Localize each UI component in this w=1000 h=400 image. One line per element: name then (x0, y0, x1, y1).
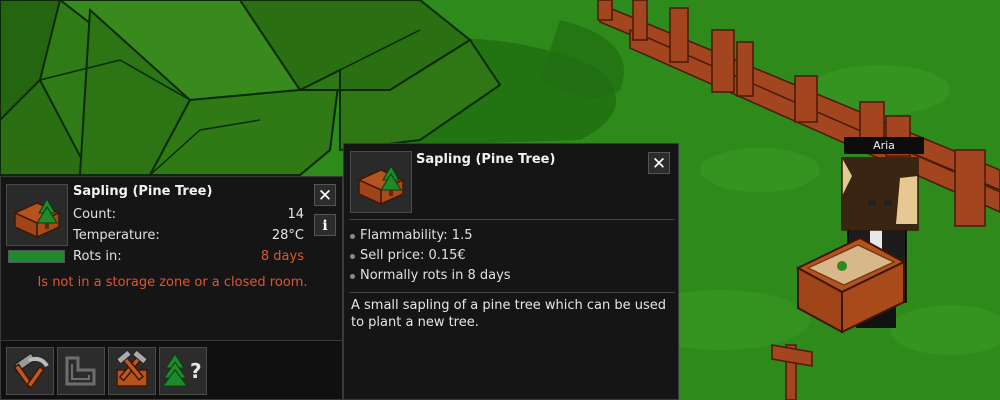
rot-progress-fill (9, 251, 64, 262)
item-title: Sapling (Pine Tree) (73, 184, 213, 199)
rot-progress-bar (8, 250, 65, 263)
count-label: Count: (73, 207, 116, 222)
bullet-icon (350, 234, 355, 239)
close-button[interactable]: ✕ (314, 184, 336, 206)
crossed-tools-crate-icon (116, 349, 148, 387)
item-info-panel: Sapling (Pine Tree) Count: 14 Temperatur… (0, 176, 343, 342)
craft-action-button[interactable] (108, 347, 156, 395)
svg-text:?: ? (190, 359, 202, 383)
temperature-label: Temperature: (73, 228, 160, 243)
rot-label: Rots in: (73, 249, 122, 264)
tooltip-thumbnail (350, 151, 412, 213)
count-value: 14 (287, 207, 304, 222)
item-tooltip: Sapling (Pine Tree) ✕ Flammability: 1.5 … (343, 143, 679, 400)
info-button[interactable]: i (314, 214, 336, 236)
property-flammability: Flammability: 1.5 (360, 228, 473, 243)
property-sell-price: Sell price: 0.15€ (360, 248, 466, 263)
tooltip-divider (349, 292, 675, 293)
tree-question-icon: ? (162, 353, 202, 387)
bullet-icon (350, 254, 355, 259)
sapling-crate-icon (357, 164, 405, 206)
character-nametag: Aria (844, 137, 924, 154)
tooltip-title: Sapling (Pine Tree) (416, 152, 556, 167)
hammer-pickaxe-icon (13, 351, 49, 389)
actions-bar: ? (0, 340, 343, 400)
rot-value: 8 days (260, 249, 304, 264)
temperature-value: 28°C (271, 228, 304, 243)
build-action-button[interactable] (6, 347, 54, 395)
zone-outline-icon (65, 356, 96, 386)
item-thumbnail (6, 184, 68, 246)
storage-warning: Is not in a storage zone or a closed roo… (37, 275, 308, 290)
plant-action-button[interactable]: ? (159, 347, 207, 395)
tooltip-close-button[interactable]: ✕ (648, 152, 670, 174)
bullet-icon (350, 274, 355, 279)
sapling-crate-icon (13, 197, 61, 239)
tooltip-divider (349, 219, 675, 220)
zone-action-button[interactable] (57, 347, 105, 395)
item-description: A small sapling of a pine tree which can… (351, 298, 667, 330)
property-rot-time: Normally rots in 8 days (360, 268, 511, 283)
